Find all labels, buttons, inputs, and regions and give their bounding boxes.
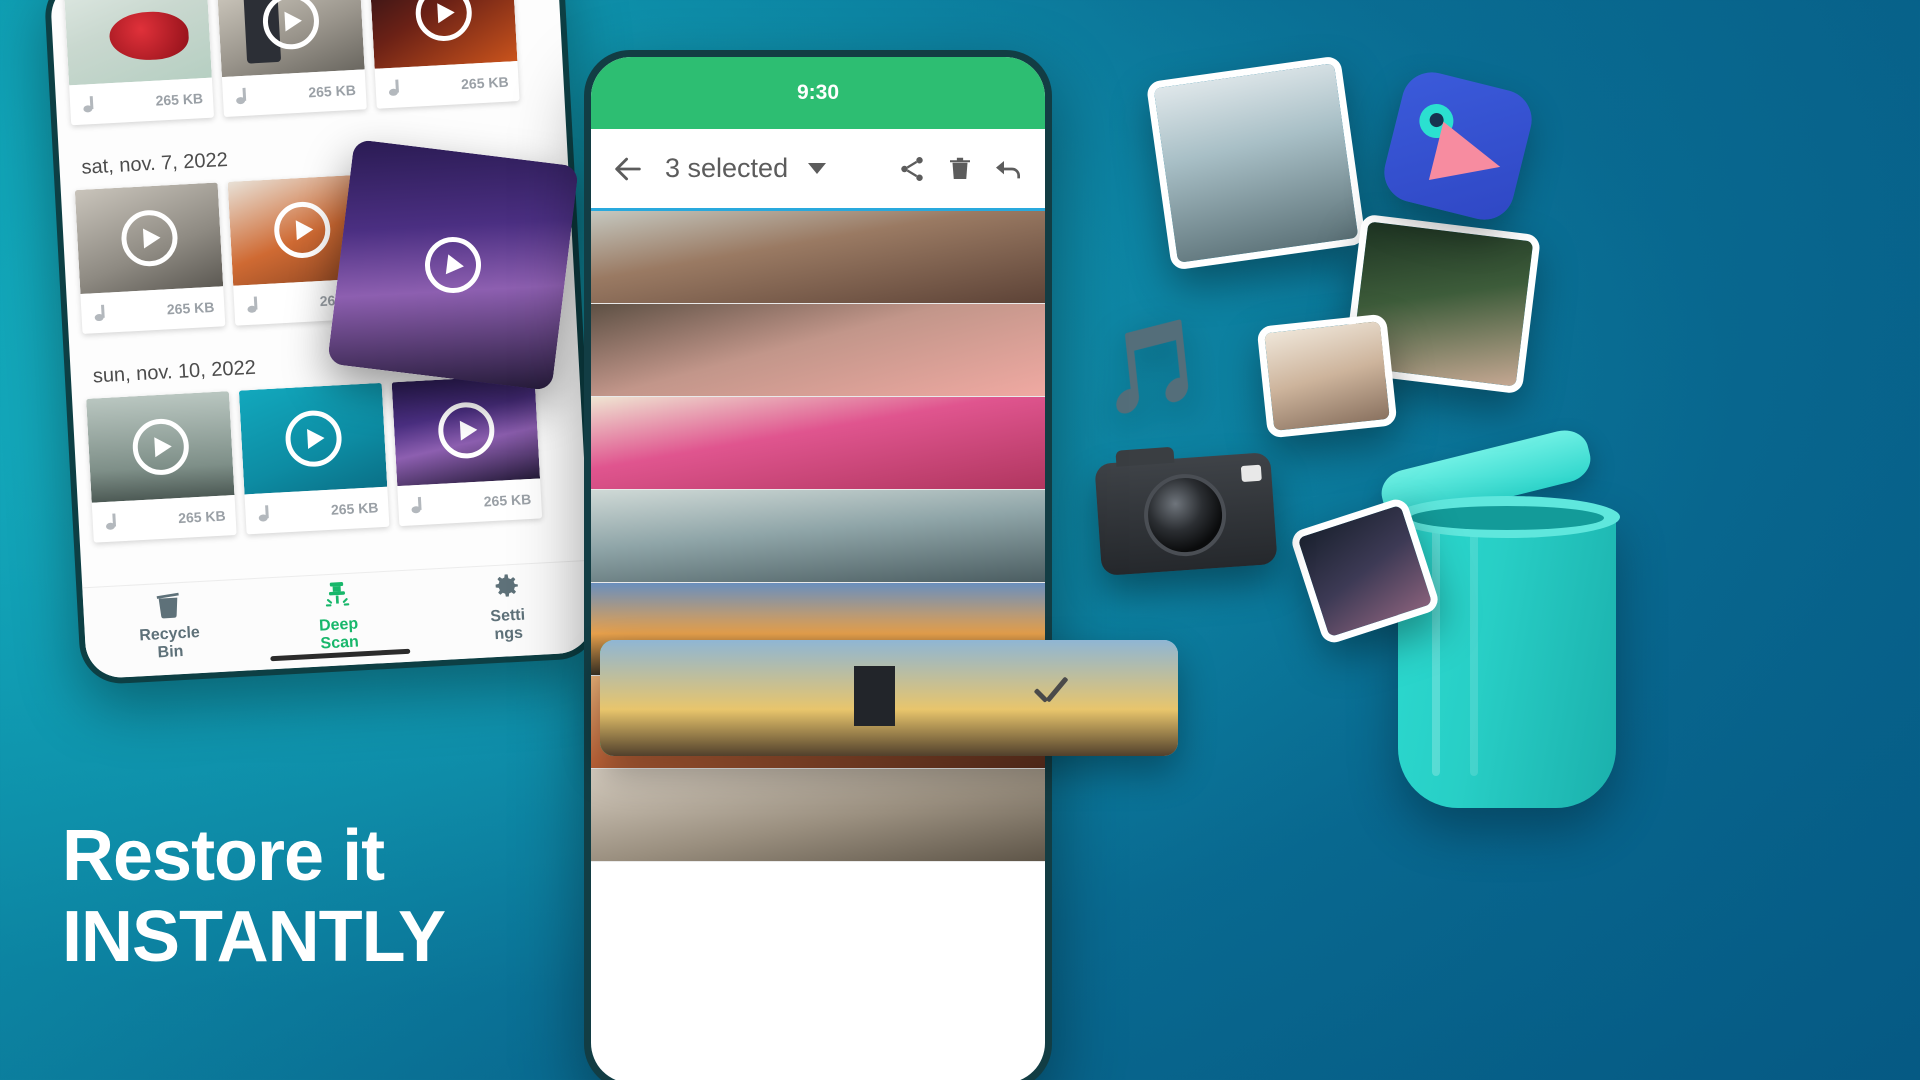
floating-photo-night-city [327, 139, 579, 391]
grid-card-meta: 265 KB [222, 69, 367, 117]
nav-label: Deep Scan [319, 616, 360, 654]
deep-scan-icon [325, 582, 350, 607]
page-title: Restore it INSTANTLY [62, 816, 446, 978]
delete-icon[interactable] [941, 150, 979, 188]
restore-icon[interactable] [989, 150, 1027, 188]
trash-bin-icon [156, 592, 179, 619]
grid-card-meta: 265 KB [375, 61, 520, 109]
table-row[interactable]: Photo 112321112.jpg [591, 769, 1045, 862]
file-size: 265 KB [483, 490, 532, 510]
nav-label: Recycle Bin [139, 624, 201, 663]
music-note-icon [244, 296, 261, 313]
floating-selected-file-card[interactable]: Photo 7468935.jpg 26. 12. 22 14:41 84 KB [600, 640, 1178, 756]
file-size: 265 KB [460, 73, 509, 93]
grid-card[interactable]: 265 KB [216, 0, 367, 118]
thumbnail [591, 304, 1045, 396]
table-row[interactable]: Photo 112321112.jpg 21. 12. 22 13:23 72 … [591, 211, 1045, 304]
gear-icon [495, 574, 519, 597]
music-note-emoji-icon: 🎵 [1093, 313, 1210, 421]
thumbnail [591, 397, 1045, 489]
center-phone-screen: 9:30 3 selected [591, 57, 1045, 1080]
share-icon[interactable] [893, 150, 931, 188]
music-note-icon [385, 79, 402, 96]
camera-icon [1094, 446, 1278, 577]
thumbnail [591, 769, 1045, 861]
nav-item-settings[interactable]: Setti ngs [450, 568, 564, 647]
headline-line-2: INSTANTLY [62, 897, 446, 978]
nav-item-deep-scan[interactable]: Deep Scan [281, 577, 395, 656]
status-time: 9:30 [796, 81, 840, 104]
table-row[interactable]: Photo 846956.jpg 26. 12. 22 11:59 56 KB [591, 397, 1045, 490]
music-note-icon [255, 505, 272, 522]
nav-item-recycle-bin[interactable]: Recycle Bin [112, 586, 226, 665]
grid-card[interactable]: 265 KB [391, 374, 543, 527]
thumbnail [63, 0, 212, 86]
grid-card[interactable]: 265 KB [86, 391, 237, 543]
grid-card-meta: 265 KB [397, 478, 542, 526]
grid-card[interactable]: 265 KB [63, 0, 215, 126]
grid-card-meta: 265 KB [244, 487, 389, 535]
grid-card-meta: 265 KB [69, 78, 214, 126]
grid-card-meta: 265 KB [92, 495, 237, 543]
music-note-icon [408, 497, 425, 514]
thumbnail [391, 374, 541, 487]
thumbnail [369, 0, 518, 69]
thumbnail [591, 490, 1045, 582]
music-note-icon [80, 96, 97, 113]
nav-label: Setti ngs [490, 607, 527, 645]
table-row[interactable]: Photo 5786499.jpg 24. 12. 22 17:45 78 KB [591, 490, 1045, 583]
music-note-icon [91, 305, 108, 322]
file-size: 265 KB [166, 298, 215, 318]
nav-label-line1: Recycle [138, 624, 201, 645]
nav-label-line1: Deep [318, 615, 359, 635]
headline-line-1: Restore it [62, 816, 385, 896]
grid-card[interactable]: 265 KB [74, 182, 226, 334]
file-size: 265 KB [155, 90, 204, 109]
selection-title: 3 selected [665, 153, 789, 183]
grid-card[interactable]: 265 KB [238, 382, 390, 535]
thumbnail [600, 640, 1178, 756]
grid-card-meta: 265 KB [80, 286, 225, 334]
music-note-icon [233, 88, 250, 105]
grid-card[interactable]: 265 KB [369, 0, 520, 109]
grid-row: 265 KB 265 KB 265 KB [82, 373, 578, 557]
chevron-down-icon[interactable] [808, 163, 827, 174]
table-row[interactable]: Photo 67676757.jpg 23. 12. 22 09:59 12 K… [591, 304, 1045, 397]
check-icon[interactable] [1029, 683, 1073, 713]
file-size: 265 KB [330, 499, 379, 518]
file-size: 265 KB [307, 81, 357, 101]
thumbnail [86, 391, 235, 503]
nav-label-line1: Setti [489, 606, 526, 626]
thumbnail [74, 182, 224, 295]
thumbnail [238, 382, 388, 495]
nav-label-line2: Scan [320, 633, 360, 653]
thumbnail [216, 0, 365, 78]
nav-label-line2: ngs [494, 624, 524, 644]
center-phone-device: 9:30 3 selected [584, 50, 1052, 1080]
app-bar: 3 selected [591, 129, 1045, 211]
thumbnail [591, 211, 1045, 303]
mom-kid-photo [1256, 313, 1398, 439]
music-note-icon [102, 513, 119, 530]
boat-photo [1145, 55, 1367, 271]
app-logo-icon [1377, 65, 1539, 227]
file-size: 265 KB [177, 507, 227, 527]
arrow-back-icon[interactable] [609, 150, 647, 188]
nav-label-line2: Bin [157, 642, 184, 662]
status-bar: 9:30 [591, 57, 1045, 129]
